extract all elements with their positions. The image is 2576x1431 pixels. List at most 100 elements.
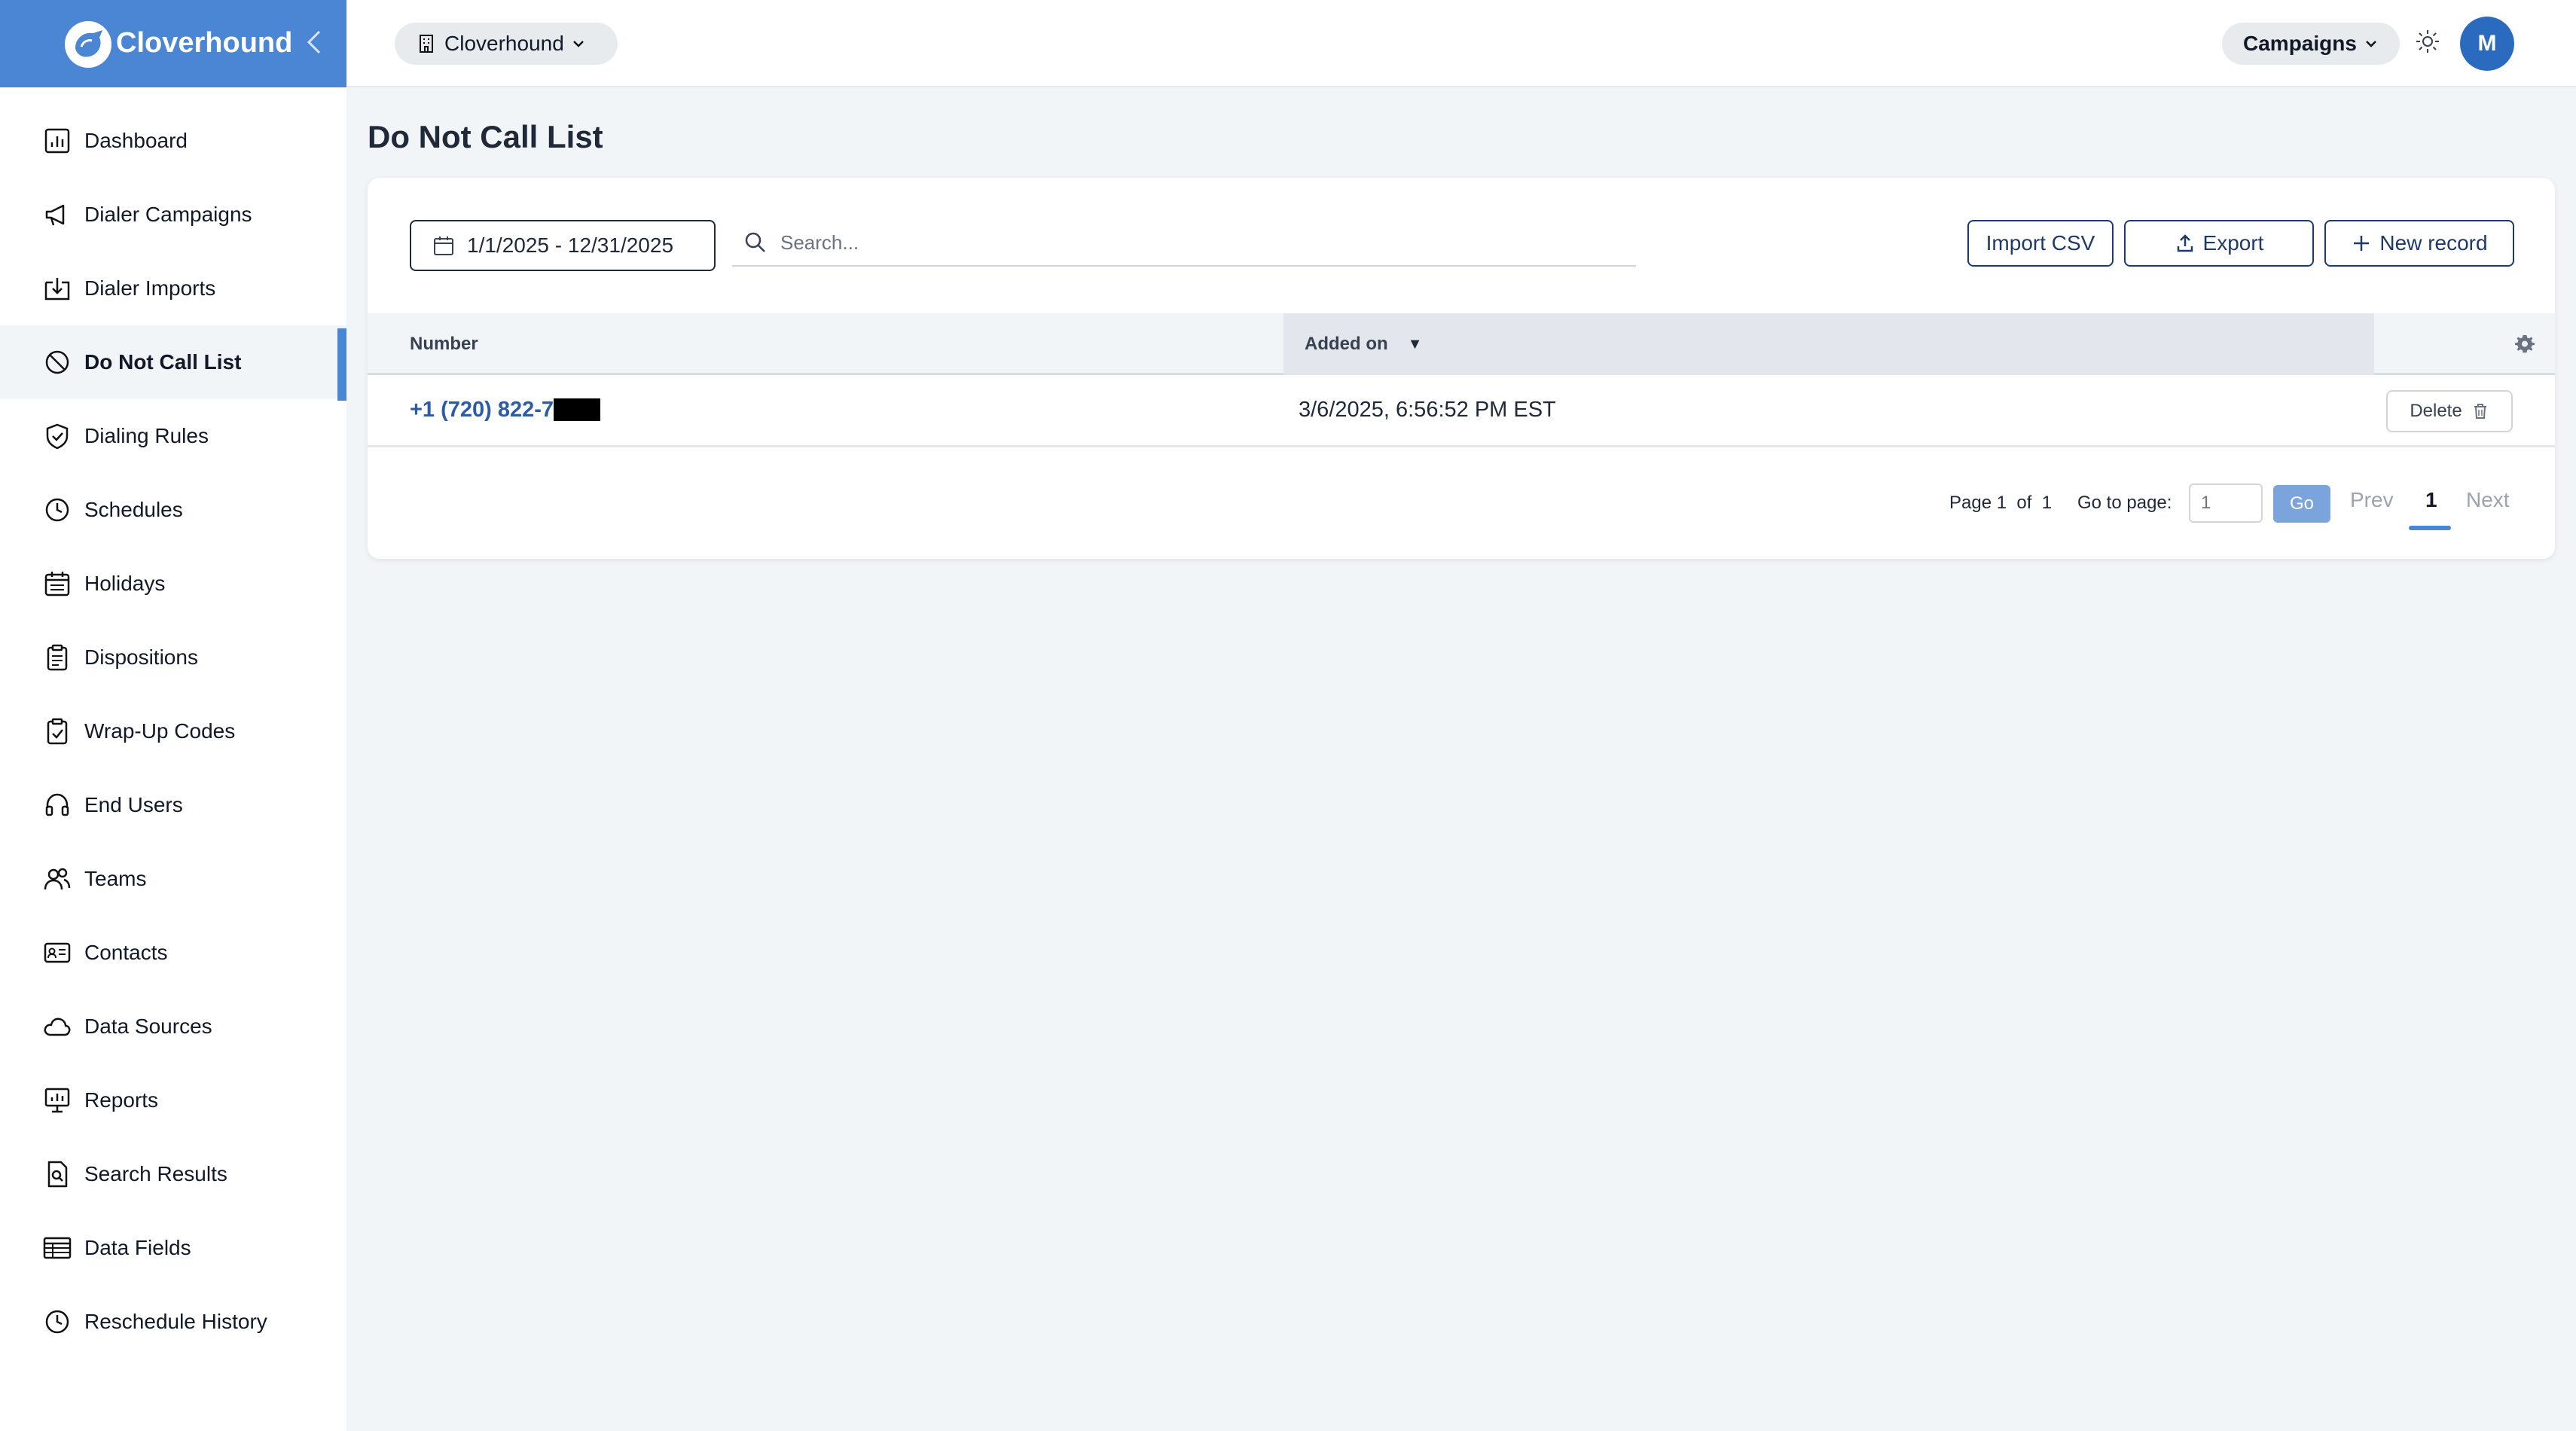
go-button[interactable]: Go xyxy=(2273,485,2330,523)
search-input[interactable] xyxy=(780,230,1609,255)
sidebar-item-data-fields[interactable]: Data Fields xyxy=(0,1211,346,1285)
sidebar-item-holidays[interactable]: Holidays xyxy=(0,547,346,621)
gear-icon[interactable] xyxy=(2514,333,2535,354)
calendar-icon xyxy=(434,236,453,255)
sidebar-item-label: Schedules xyxy=(84,498,183,521)
export-button[interactable]: Export xyxy=(2124,220,2314,267)
search-box xyxy=(732,220,1636,267)
sidebar-item-dispositions[interactable]: Dispositions xyxy=(0,621,346,694)
sidebar-item-teams[interactable]: Teams xyxy=(0,842,346,916)
id-card-icon xyxy=(42,938,72,968)
sidebar-item-label: Wrap-Up Codes xyxy=(84,719,236,743)
campaigns-label: Campaigns xyxy=(2243,32,2357,55)
current-page-indicator xyxy=(2409,526,2451,530)
table-row: +1 (720) 822-7 3/6/2025, 6:56:52 PM EST … xyxy=(368,375,2555,447)
pagination: Page 1 of 1 Go to page: Go Prev 1 Next xyxy=(368,471,2555,532)
sidebar-item-dialing-rules[interactable]: Dialing Rules xyxy=(0,399,346,473)
cloverhound-logo-icon[interactable] xyxy=(65,21,111,68)
page-indicator: Page 1 of 1 xyxy=(1949,493,2053,513)
sidebar-item-label: Dashboard xyxy=(84,129,188,152)
sidebar-item-label: Dialer Campaigns xyxy=(84,203,252,226)
sidebar-item-do-not-call-list[interactable]: Do Not Call List xyxy=(0,325,346,401)
new-record-label: New record xyxy=(2379,231,2488,255)
table-icon xyxy=(42,1233,72,1263)
sidebar-item-label: Contacts xyxy=(84,941,168,964)
sidebar-item-dialer-imports[interactable]: Dialer Imports xyxy=(0,252,346,325)
import-csv-button[interactable]: Import CSV xyxy=(1967,220,2114,267)
shield-icon xyxy=(42,421,72,451)
column-header-added-on[interactable]: Added on ▼ xyxy=(1305,313,1422,375)
plus-icon xyxy=(2354,236,2370,251)
sidebar-item-search-results[interactable]: Search Results xyxy=(0,1137,346,1211)
sidebar-item-data-sources[interactable]: Data Sources xyxy=(0,990,346,1063)
sidebar-item-label: Data Fields xyxy=(84,1236,191,1259)
brand-name[interactable]: Cloverhound xyxy=(116,27,292,59)
clock-icon xyxy=(42,1307,72,1337)
building-icon xyxy=(420,35,433,53)
sorted-column-bg xyxy=(1283,313,2374,375)
theme-toggle-sun-icon[interactable] xyxy=(2415,29,2440,54)
prev-page-button[interactable]: Prev xyxy=(2350,488,2394,512)
sidebar-item-label: Data Sources xyxy=(84,1015,212,1038)
export-label: Export xyxy=(2202,231,2264,255)
sidebar-item-schedules[interactable]: Schedules xyxy=(0,473,346,547)
top-bar: Cloverhound Campaigns M xyxy=(346,0,2576,87)
chart-icon xyxy=(42,126,72,156)
new-record-button[interactable]: New record xyxy=(2324,220,2514,267)
column-header-number[interactable]: Number xyxy=(410,313,478,375)
redaction-block xyxy=(554,398,601,421)
clipboard-check-icon xyxy=(42,716,72,746)
search-icon xyxy=(745,232,765,252)
date-range-picker[interactable]: 1/1/2025 - 12/31/2025 xyxy=(410,220,716,271)
sidebar-item-label: Dispositions xyxy=(84,645,198,669)
org-selector[interactable]: Cloverhound xyxy=(395,23,618,65)
clock-icon xyxy=(42,495,72,525)
sidebar-item-dialer-campaigns[interactable]: Dialer Campaigns xyxy=(0,178,346,252)
chevron-down-icon xyxy=(572,41,584,47)
sidebar-item-label: Reports xyxy=(84,1088,159,1112)
users-icon xyxy=(42,864,72,894)
date-range-text: 1/1/2025 - 12/31/2025 xyxy=(467,233,674,257)
next-page-button[interactable]: Next xyxy=(2466,488,2510,512)
table-header: Number Added on ▼ xyxy=(368,313,2555,375)
cloud-icon xyxy=(42,1011,72,1042)
import-icon xyxy=(42,273,72,304)
file-search-icon xyxy=(42,1159,72,1189)
column-header-label: Added on xyxy=(1305,334,1388,354)
calendar-icon xyxy=(42,569,72,599)
page-title: Do Not Call List xyxy=(368,119,603,154)
sidebar-item-label: Dialing Rules xyxy=(84,424,209,447)
clipboard-icon xyxy=(42,642,72,673)
headset-icon xyxy=(42,790,72,820)
sidebar-item-label: Reschedule History xyxy=(84,1310,267,1333)
sidebar-item-label: Do Not Call List xyxy=(84,350,242,374)
sort-desc-icon: ▼ xyxy=(1407,335,1423,352)
goto-page-input[interactable] xyxy=(2189,484,2263,523)
org-name: Cloverhound xyxy=(444,32,564,55)
block-icon xyxy=(42,347,72,377)
sidebar-item-reschedule-history[interactable]: Reschedule History xyxy=(0,1285,346,1359)
collapse-sidebar-icon[interactable] xyxy=(303,27,325,57)
presentation-icon xyxy=(42,1085,72,1115)
goto-page-label: Go to page: xyxy=(2077,493,2172,513)
sidebar-item-label: Holidays xyxy=(84,572,166,595)
column-header-label: Number xyxy=(410,334,478,354)
delete-label: Delete xyxy=(2410,401,2462,421)
brand-header: Cloverhound xyxy=(0,0,346,87)
delete-button[interactable]: Delete xyxy=(2386,390,2513,432)
user-avatar[interactable]: M xyxy=(2460,17,2514,71)
sidebar-item-dashboard[interactable]: Dashboard xyxy=(0,104,346,178)
added-on-cell: 3/6/2025, 6:56:52 PM EST xyxy=(1299,397,1556,422)
sidebar-item-contacts[interactable]: Contacts xyxy=(0,916,346,990)
campaigns-selector[interactable]: Campaigns xyxy=(2222,23,2400,65)
sidebar-item-wrap-up-codes[interactable]: Wrap-Up Codes xyxy=(0,694,346,768)
number-link[interactable]: +1 (720) 822-7 xyxy=(410,375,601,444)
megaphone-icon xyxy=(42,200,72,230)
sidebar: Cloverhound Dashboard Dialer Campaigns D… xyxy=(0,0,346,1431)
trash-icon xyxy=(2474,404,2486,419)
current-page-number[interactable]: 1 xyxy=(2425,488,2437,512)
number-text: +1 (720) 822-7 xyxy=(410,397,554,422)
sidebar-item-reports[interactable]: Reports xyxy=(0,1063,346,1137)
sidebar-item-end-users[interactable]: End Users xyxy=(0,768,346,842)
sidebar-item-label: Teams xyxy=(84,867,147,890)
